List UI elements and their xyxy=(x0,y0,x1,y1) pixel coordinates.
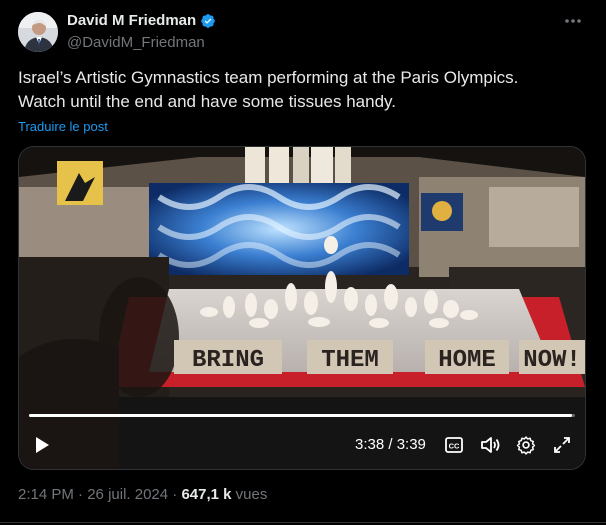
banner-word: HOME xyxy=(438,347,496,374)
captions-icon: CC xyxy=(445,437,463,453)
author-display-name[interactable]: David M Friedman xyxy=(67,12,196,29)
fullscreen-icon xyxy=(554,437,570,453)
avatar-image xyxy=(18,12,58,52)
svg-text:CC: CC xyxy=(449,442,460,451)
translate-post-link[interactable]: Traduire le post xyxy=(18,119,108,134)
tweet-time[interactable]: 2:14 PM xyxy=(18,486,74,503)
tweet-meta: 2:14 PM · 26 juil. 2024 · 647,1 k vues xyxy=(18,486,267,503)
tweet-text-line: Watch until the end and have some tissue… xyxy=(18,92,397,111)
meta-separator: · xyxy=(73,486,88,503)
settings-button[interactable] xyxy=(515,434,537,456)
video-player[interactable]: BRING THEM HOME NOW! 3:38 / 3:39 CC xyxy=(18,146,586,470)
bring-them-home-banner: BRING THEM HOME NOW! xyxy=(174,340,585,374)
banner-word: NOW! xyxy=(523,347,581,374)
captions-button[interactable]: CC xyxy=(443,434,465,456)
play-icon xyxy=(36,437,49,453)
settings-icon xyxy=(516,436,536,455)
volume-icon xyxy=(481,437,500,453)
divider xyxy=(0,522,606,523)
video-progress-bar[interactable] xyxy=(29,414,575,417)
avatar[interactable] xyxy=(18,12,58,52)
video-time-display: 3:38 / 3:39 xyxy=(355,436,426,453)
tweet-date[interactable]: 26 juil. 2024 xyxy=(87,486,168,503)
volume-button[interactable] xyxy=(479,434,501,456)
views-count: 647,1 k xyxy=(181,486,232,503)
tweet-text: Israel’s Artistic Gymnastics team perfor… xyxy=(18,66,588,114)
views-label: vues xyxy=(231,486,268,503)
fullscreen-button[interactable] xyxy=(551,434,573,456)
tweet-text-line: Israel’s Artistic Gymnastics team perfor… xyxy=(18,68,519,87)
author-handle[interactable]: @DavidM_Friedman xyxy=(67,34,205,51)
verified-badge-icon[interactable] xyxy=(200,13,216,29)
video-progress-fill xyxy=(29,414,573,417)
banner-word: THEM xyxy=(321,347,379,374)
banner-word: BRING xyxy=(192,347,264,374)
meta-separator: · xyxy=(168,486,182,503)
more-options-icon[interactable] xyxy=(562,13,584,29)
play-button[interactable] xyxy=(31,434,53,456)
